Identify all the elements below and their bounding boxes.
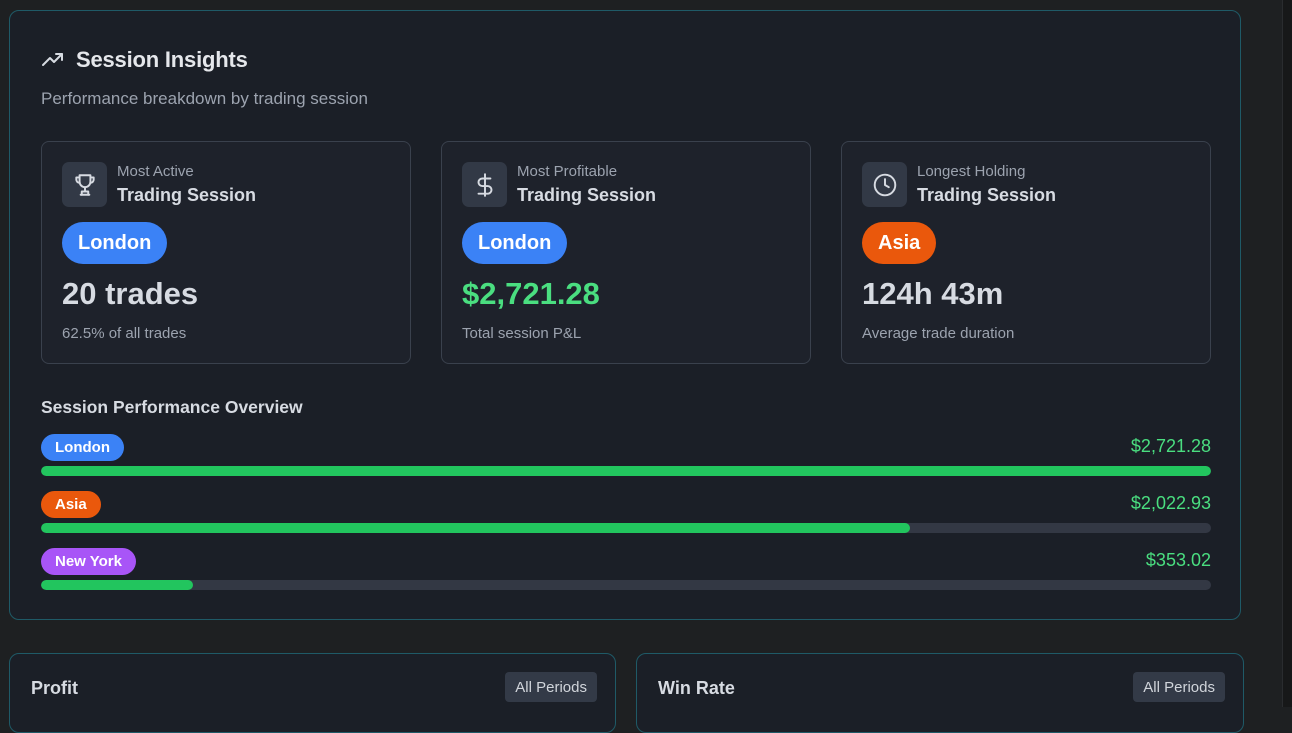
progress-fill <box>41 466 1211 476</box>
profit-panel: Profit All Periods <box>9 653 616 733</box>
panel-header: Session Insights <box>41 47 248 73</box>
card-value: $2,721.28 <box>462 276 600 311</box>
card-caption: Longest Holding <box>917 163 1026 180</box>
scrollbar-track[interactable] <box>1282 0 1292 707</box>
card-note: Average trade duration <box>862 325 1015 342</box>
divider <box>1282 0 1283 707</box>
card-heading: Trading Session <box>517 185 657 205</box>
card-note: Total session P&L <box>462 325 582 342</box>
trophy-icon <box>62 162 107 207</box>
session-tag: London <box>41 434 124 461</box>
card-value: 124h 43m <box>862 276 1004 311</box>
session-row-asia: Asia $2,022.93 <box>41 491 1211 551</box>
card-heading: Trading Session <box>117 185 257 205</box>
progress-track <box>41 580 1211 590</box>
period-filter-button[interactable]: All Periods <box>505 672 597 702</box>
card-caption: Most Profitable <box>517 163 618 180</box>
win-rate-title: Win Rate <box>658 678 735 698</box>
period-filter-button[interactable]: All Periods <box>1133 672 1225 702</box>
session-badge: London <box>62 222 168 264</box>
session-tag: Asia <box>41 491 101 518</box>
card-value: 20 trades <box>62 276 199 311</box>
overview-title: Session Performance Overview <box>41 397 303 417</box>
session-badge: Asia <box>862 222 937 264</box>
session-row-new-york: New York $353.02 <box>41 548 1211 608</box>
clock-icon <box>862 162 907 207</box>
panel-subtitle: Performance breakdown by trading session <box>41 89 368 108</box>
most-profitable-card: Most Profitable Trading Session London $… <box>441 141 811 364</box>
progress-track <box>41 466 1211 476</box>
session-amount: $2,721.28 <box>1130 436 1211 456</box>
trending-up-icon <box>42 53 63 66</box>
session-amount: $353.02 <box>1145 550 1211 570</box>
panel-title: Session Insights <box>76 47 248 72</box>
progress-fill <box>41 523 911 533</box>
profit-title: Profit <box>31 678 78 698</box>
card-caption: Most Active <box>117 163 194 180</box>
session-insights-panel: Session Insights Performance breakdown b… <box>9 10 1241 620</box>
card-note: 62.5% of all trades <box>62 325 187 342</box>
session-row-london: London $2,721.28 <box>41 434 1211 494</box>
most-active-card: Most Active Trading Session London 20 tr… <box>41 141 411 364</box>
session-amount: $2,022.93 <box>1130 493 1211 513</box>
win-rate-panel: Win Rate All Periods <box>636 653 1244 733</box>
progress-track <box>41 523 1211 533</box>
session-badge: London <box>462 222 568 264</box>
card-heading: Trading Session <box>917 185 1057 205</box>
session-tag: New York <box>41 548 136 575</box>
longest-holding-card: Longest Holding Trading Session Asia 124… <box>841 141 1211 364</box>
progress-fill <box>41 580 194 590</box>
dollar-icon <box>462 162 507 207</box>
